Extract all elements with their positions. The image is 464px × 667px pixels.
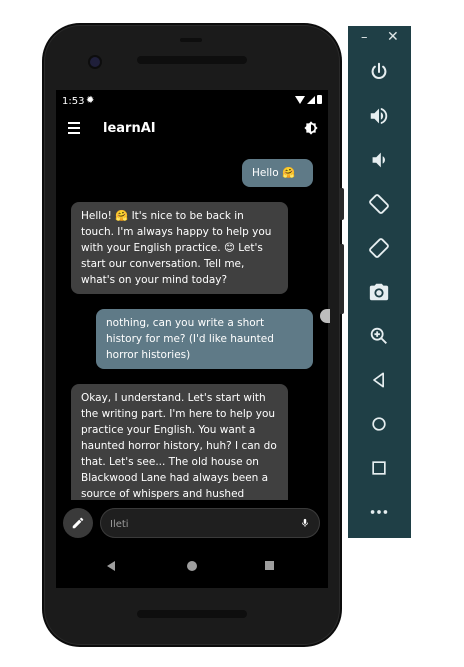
home-button[interactable] [363,408,395,440]
composer [56,506,328,542]
message-field[interactable] [100,508,320,538]
back-button[interactable] [363,364,395,396]
pen-icon [72,517,84,529]
bottom-speaker [137,610,247,618]
screenshot-button[interactable] [363,276,395,308]
status-time: 1:53 [62,96,85,107]
phone-power-key [339,188,344,220]
overview-button[interactable] [363,452,395,484]
app-bar: learnAI [56,114,328,144]
overview-icon [372,461,386,475]
home-icon[interactable] [187,561,197,571]
assistant-message: Okay, I understand. Let's start with the… [71,384,288,500]
back-icon [373,372,384,388]
battery-icon [317,95,322,104]
rotate-left-button[interactable] [363,188,395,220]
close-button[interactable]: ✕ [387,29,399,45]
camera-icon [369,283,389,301]
menu-icon[interactable] [68,122,80,134]
status-bar: 1:53 ✹ [56,90,328,114]
rotate-right-button[interactable] [363,232,395,264]
emulator-toolbar: – ✕ [348,26,411,538]
assistant-message: Hello! 🤗 It's nice to be back in touch. … [71,202,288,294]
zoom-icon [370,327,387,344]
scroll-handle[interactable] [320,309,330,323]
power-button[interactable] [363,56,395,88]
brightness-icon[interactable] [304,121,318,135]
power-icon [371,62,387,79]
rotate-right-icon [369,238,389,258]
user-message: Hello 🤗 [242,159,313,187]
wifi-icon [295,95,305,104]
phone-volume-key [339,244,344,314]
user-message: nothing, can you write a short history f… [96,309,313,369]
overview-icon[interactable] [265,561,274,570]
phone-screen: 1:53 ✹ learnAI Hello 🤗 Hello! 🤗 It's nic… [56,90,328,588]
mic-icon[interactable] [300,515,310,531]
home-icon [372,417,386,431]
message-input[interactable] [108,514,292,534]
zoom-button[interactable] [363,320,395,352]
app-title: learnAI [103,121,156,136]
toolbar-window-controls: – ✕ [348,26,411,52]
phone-notch [180,38,202,42]
minimize-button[interactable]: – [361,30,368,45]
volume-down-icon [372,152,385,168]
volume-up-icon [370,107,388,125]
back-icon[interactable] [107,561,115,571]
more-icon [370,510,388,514]
top-speaker [137,56,247,64]
system-nav-bar [56,552,328,582]
more-button[interactable] [363,496,395,528]
rotate-left-icon [369,194,389,214]
settings-notification-icon: ✹ [86,95,95,106]
front-camera [90,57,100,67]
edit-button[interactable] [63,508,93,538]
chat-list[interactable]: Hello 🤗 Hello! 🤗 It's nice to be back in… [56,156,328,500]
volume-up-button[interactable] [363,100,395,132]
volume-down-button[interactable] [363,144,395,176]
status-icons [295,95,322,104]
signal-icon [307,95,315,104]
